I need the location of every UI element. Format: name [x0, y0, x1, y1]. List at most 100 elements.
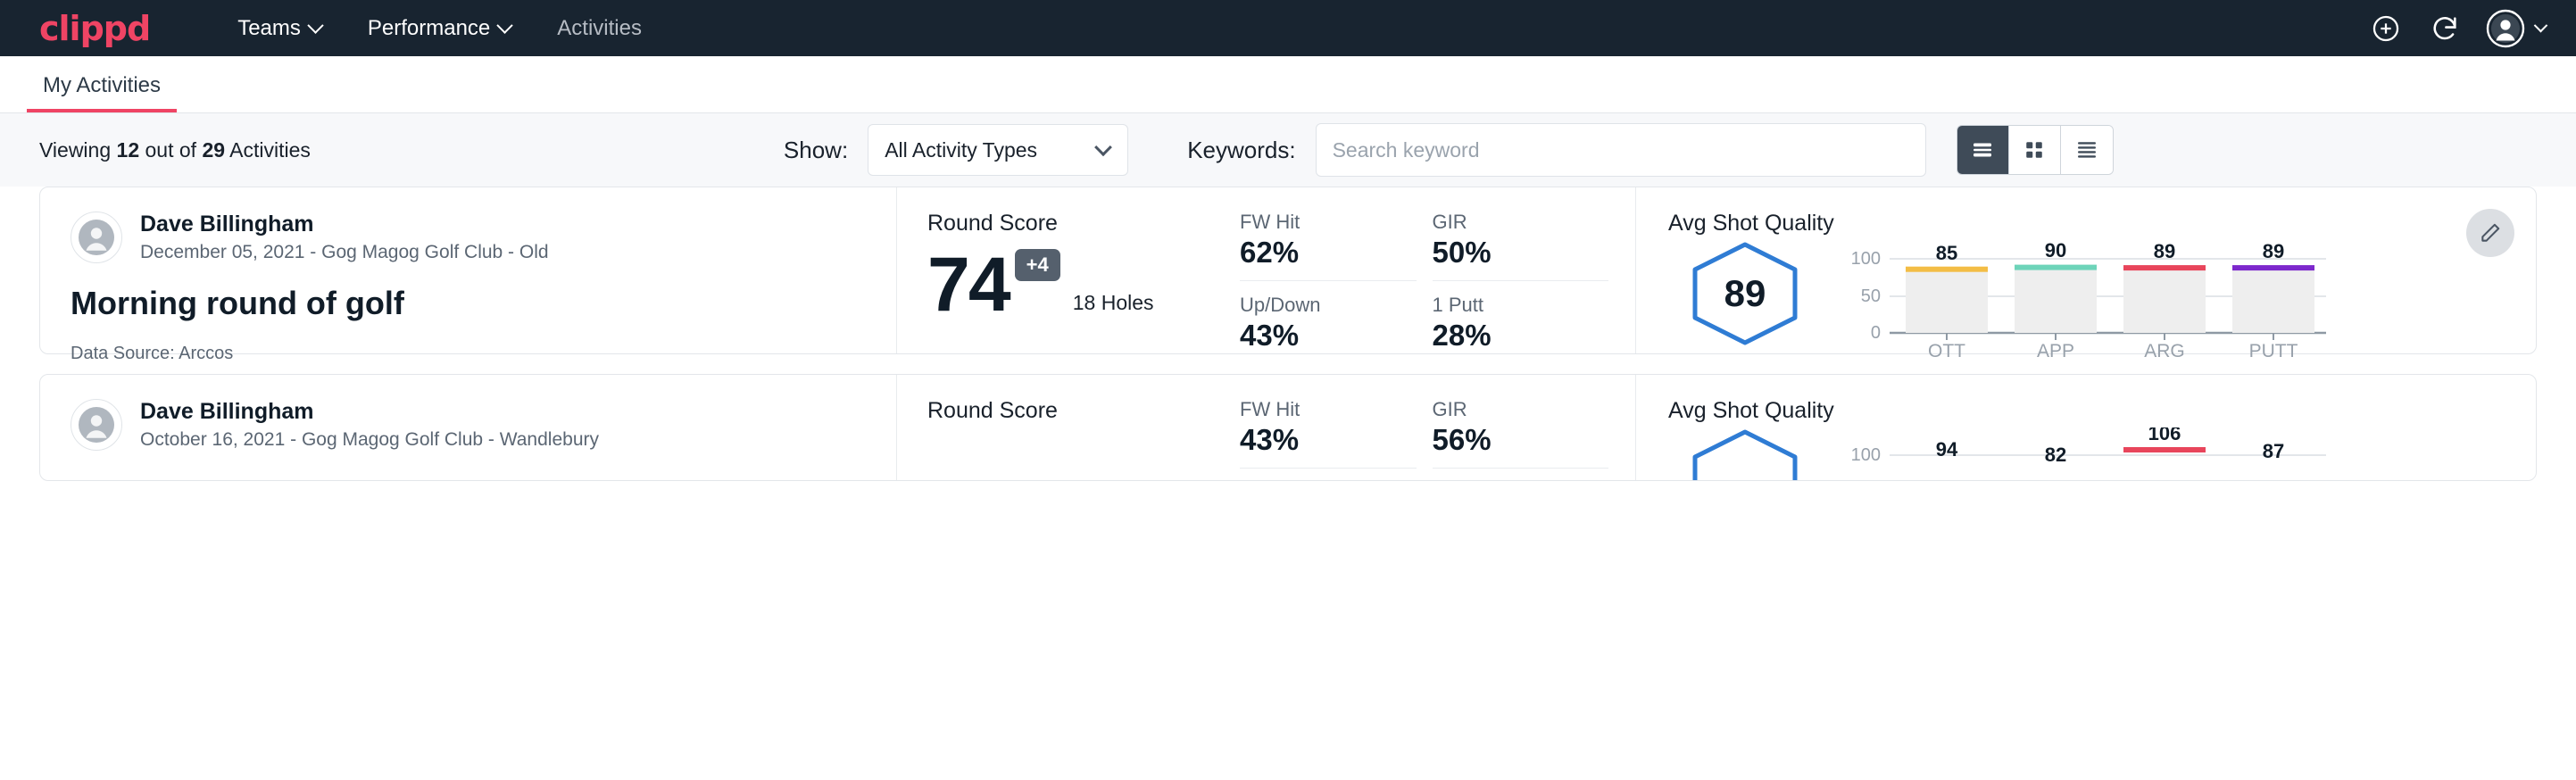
compact-view-icon [2073, 137, 2100, 163]
stat-fw-hit: FW Hit 43% [1240, 398, 1417, 469]
nav-item-performance[interactable]: Performance [345, 7, 534, 50]
bar-cap-ott [1906, 267, 1988, 272]
clippd-logo[interactable]: clippd [39, 12, 150, 46]
bar-cap-arg [2123, 265, 2206, 270]
avg-shot-quality-body: 100 94 82 106 87 [1668, 427, 2536, 481]
shot-quality-chart-svg: 100 94 82 106 87 [1840, 427, 2326, 481]
stat-fw-hit-label: FW Hit [1240, 211, 1393, 234]
person-avatar-icon [77, 405, 116, 444]
view-mode-grid-button[interactable] [2009, 126, 2061, 174]
x-label-arg: ARG [2144, 341, 2185, 358]
chevron-down-icon [1094, 138, 1112, 156]
round-score-column: Round Score 74 +4 18 Holes [897, 187, 1226, 353]
activity-type-select-value: All Activity Types [885, 138, 1037, 162]
nav-item-teams[interactable]: Teams [214, 7, 345, 50]
bar-value-arg: 89 [2154, 240, 2175, 262]
activity-summary-column: Dave Billingham December 05, 2021 - Gog … [40, 187, 897, 353]
tab-my-activities-label: My Activities [43, 73, 161, 97]
round-stats-grid: FW Hit 43% GIR 56% [1226, 375, 1636, 480]
view-mode-compact-button[interactable] [2061, 126, 2113, 174]
avg-shot-quality-heading: Avg Shot Quality [1668, 398, 2536, 424]
account-menu-button[interactable] [2486, 9, 2546, 48]
chevron-down-icon [497, 17, 513, 33]
stat-gir-label: GIR [1433, 398, 1586, 421]
avatar [71, 399, 122, 451]
round-score-value: 74 [927, 249, 1010, 322]
stat-gir: GIR 56% [1433, 398, 1609, 469]
y-tick-100: 100 [1851, 249, 1881, 269]
player-name: Dave Billingham [140, 398, 599, 426]
shot-quality-bar-chart: 100 94 82 106 87 [1840, 427, 2339, 481]
nav-item-teams-label: Teams [237, 16, 301, 41]
avg-shot-quality-column: Avg Shot Quality 89 100 50 0 [1636, 187, 2536, 353]
view-mode-list-button[interactable] [1957, 126, 2009, 174]
activity-card[interactable]: Dave Billingham October 16, 2021 - Gog M… [39, 374, 2537, 481]
score-to-par-badge: +4 [1015, 249, 1060, 281]
viewing-count: 12 [117, 138, 140, 162]
show-label: Show: [784, 137, 848, 164]
activity-card-list: Dave Billingham December 05, 2021 - Gog … [0, 187, 2576, 481]
bar-value-putt: 89 [2263, 240, 2284, 262]
search-input[interactable] [1316, 123, 1926, 177]
stat-one-putt-label: 1 Putt [1433, 294, 1586, 317]
player-header: Dave Billingham October 16, 2021 - Gog M… [71, 398, 866, 452]
hexagon-icon [1688, 427, 1802, 481]
top-nav-actions [2368, 0, 2546, 56]
nav-item-activities-label: Activities [557, 16, 642, 41]
avg-shot-quality-hexagon [1688, 427, 1802, 481]
bar-value-ott: 85 [1936, 242, 1957, 264]
bar-cap-app [2015, 265, 2097, 270]
bar-cap-arg [2123, 447, 2206, 452]
stat-fw-hit-label: FW Hit [1240, 398, 1393, 421]
y-tick-50: 50 [1861, 286, 1881, 306]
round-score-value-row: 74 +4 18 Holes [927, 242, 1226, 322]
edit-activity-button[interactable] [2466, 209, 2514, 257]
chevron-down-icon [307, 17, 323, 33]
x-label-ott: OTT [1928, 341, 1965, 358]
activity-meta: October 16, 2021 - Gog Magog Golf Club -… [140, 427, 599, 452]
tab-strip: My Activities [0, 56, 2576, 113]
view-mode-toggle [1957, 125, 2114, 175]
avg-shot-quality-column: Avg Shot Quality 100 94 82 106 87 [1636, 375, 2536, 480]
stat-up-down-label: Up/Down [1240, 294, 1393, 317]
toolbar-filters: Show: All Activity Types Keywords: [784, 123, 2114, 177]
activity-card[interactable]: Dave Billingham December 05, 2021 - Gog … [39, 187, 2537, 354]
avg-shot-quality-body: 89 100 50 0 [1668, 240, 2536, 362]
tab-my-activities[interactable]: My Activities [39, 73, 164, 112]
bar-cap-putt [2232, 265, 2314, 270]
keywords-label: Keywords: [1187, 137, 1295, 164]
round-score-heading: Round Score [927, 211, 1226, 236]
bar-value-app: 82 [2045, 444, 2066, 466]
main-nav: Teams Performance Activities [214, 7, 665, 50]
stat-gir-value: 56% [1433, 423, 1586, 457]
viewing-prefix: Viewing [39, 138, 117, 162]
player-identity: Dave Billingham December 05, 2021 - Gog … [140, 211, 549, 265]
refresh-button[interactable] [2427, 11, 2463, 46]
viewing-total: 29 [202, 138, 225, 162]
grid-view-icon [2021, 137, 2048, 163]
activity-type-select[interactable]: All Activity Types [868, 124, 1128, 176]
x-label-putt: PUTT [2249, 341, 2298, 358]
activities-toolbar: Viewing 12 out of 29 Activities Show: Al… [0, 113, 2576, 187]
viewing-summary: Viewing 12 out of 29 Activities [39, 138, 311, 162]
viewing-suffix: Activities [225, 138, 311, 162]
nav-item-performance-label: Performance [368, 16, 490, 41]
top-navigation-bar: clippd Teams Performance Activities [0, 0, 2576, 56]
refresh-icon [2430, 13, 2460, 44]
player-header: Dave Billingham December 05, 2021 - Gog … [71, 211, 866, 265]
stat-fw-hit-value: 62% [1240, 236, 1393, 270]
round-score-column: Round Score [897, 375, 1226, 480]
nav-item-activities[interactable]: Activities [534, 7, 665, 50]
activity-summary-column: Dave Billingham October 16, 2021 - Gog M… [40, 375, 897, 480]
add-activity-button[interactable] [2368, 11, 2404, 46]
activity-meta: December 05, 2021 - Gog Magog Golf Club … [140, 240, 549, 264]
avg-shot-quality-heading: Avg Shot Quality [1668, 211, 2536, 236]
shot-quality-chart-svg: 100 50 0 [1840, 240, 2326, 358]
y-tick-0: 0 [1871, 323, 1881, 343]
stat-fw-hit-value: 43% [1240, 423, 1393, 457]
stat-up-down: Up/Down 43% [1240, 294, 1417, 353]
stat-gir-value: 50% [1433, 236, 1586, 270]
player-name: Dave Billingham [140, 211, 549, 238]
holes-played-label: 18 Holes [1073, 291, 1154, 315]
stat-up-down-value: 43% [1240, 319, 1393, 353]
